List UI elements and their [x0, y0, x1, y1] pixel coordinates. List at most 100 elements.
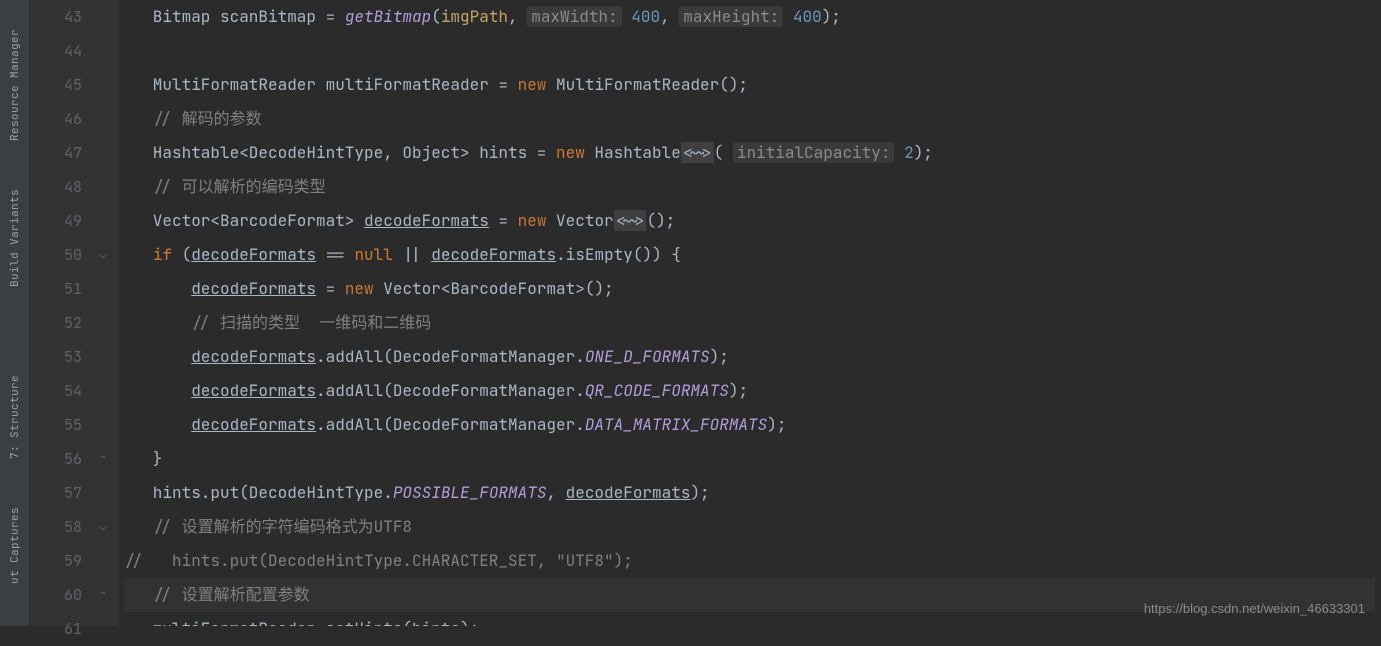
code-line[interactable]: if (decodeFormats == null || decodeForma…	[124, 238, 1375, 272]
code-token: POSSIBLE_FORMATS	[393, 482, 547, 503]
code-token: .addAll(DecodeFormatManager.	[316, 380, 585, 401]
line-number: 56	[38, 442, 82, 476]
code-token: QR_CODE_FORMATS	[585, 380, 729, 401]
code-token: decodeFormats	[191, 380, 316, 401]
code-token: ,	[546, 482, 565, 503]
code-token: ();	[646, 210, 675, 231]
fold-toggle-icon[interactable]: ⌄	[96, 248, 110, 262]
code-token: .isEmpty()) {	[556, 244, 681, 265]
line-number: 43	[38, 0, 82, 34]
code-token: .addAll(DecodeFormatManager.	[316, 346, 585, 367]
line-number: 54	[38, 374, 82, 408]
code-token	[124, 312, 191, 333]
code-token: Vector<BarcodeFormat>();	[374, 278, 614, 299]
code-line[interactable]: decodeFormats = new Vector<BarcodeFormat…	[124, 272, 1375, 306]
code-line[interactable]: Vector<BarcodeFormat> decodeFormats = ne…	[124, 204, 1375, 238]
code-token: 2	[904, 142, 914, 163]
code-token: maxWidth:	[527, 6, 621, 27]
code-token: // 可以解析的编码类型	[153, 176, 326, 197]
fold-toggle-icon[interactable]: ⌄	[96, 520, 110, 534]
code-line[interactable]: decodeFormats.addAll(DecodeFormatManager…	[124, 374, 1375, 408]
code-token: Hashtable	[585, 142, 681, 163]
fold-toggle-icon[interactable]: ⌃	[96, 588, 110, 602]
code-token: // 设置解析配置参数	[153, 584, 310, 605]
line-number: 52	[38, 306, 82, 340]
line-number: 53	[38, 340, 82, 374]
code-token: <~>	[614, 210, 647, 231]
code-line[interactable]: }	[124, 442, 1375, 476]
code-token: if	[153, 244, 172, 265]
code-token: // 扫描的类型 一维码和二维码	[191, 312, 431, 333]
code-token: );	[822, 6, 841, 27]
code-token	[622, 6, 632, 27]
code-token: MultiFormatReader multiFormatReader =	[124, 74, 518, 95]
line-number: 49	[38, 204, 82, 238]
code-line[interactable]: // 解码的参数	[124, 102, 1375, 136]
sidebar-item-label: Build Variants	[8, 189, 22, 287]
code-line[interactable]: MultiFormatReader multiFormatReader = ne…	[124, 68, 1375, 102]
code-token: new	[518, 210, 547, 231]
fold-toggle-icon[interactable]: ⌃	[96, 452, 110, 466]
code-line[interactable]: decodeFormats.addAll(DecodeFormatManager…	[124, 408, 1375, 442]
code-token: 400	[793, 6, 822, 27]
sidebar-item-captures[interactable]: ut Captures	[8, 507, 22, 584]
code-line[interactable]	[124, 34, 1375, 68]
code-token: null	[354, 244, 392, 265]
code-token: ONE_D_FORMATS	[585, 346, 710, 367]
sidebar-item-structure[interactable]: 7: Structure	[8, 375, 22, 459]
code-token: decodeFormats	[431, 244, 556, 265]
code-token: maxHeight:	[679, 6, 783, 27]
fold-column[interactable]: ⌄ ⌃ ⌄ ⌃	[90, 0, 118, 626]
code-token: multiFormatReader.setHints(hints);	[124, 618, 479, 626]
code-line[interactable]: // 设置解析的字符编码格式为UTF8	[124, 510, 1375, 544]
code-token	[124, 108, 153, 129]
code-area[interactable]: Bitmap scanBitmap = getBitmap(imgPath, m…	[118, 0, 1381, 626]
code-token: decodeFormats	[364, 210, 489, 231]
code-token	[124, 414, 191, 435]
code-token: Vector	[546, 210, 613, 231]
code-token: // 解码的参数	[153, 108, 262, 129]
line-number: 46	[38, 102, 82, 136]
code-line[interactable]: Hashtable<DecodeHintType, Object> hints …	[124, 136, 1375, 170]
code-token: initialCapacity:	[733, 142, 895, 163]
code-editor[interactable]: 43444546474849505152535455565758596061 ⌄…	[30, 0, 1381, 626]
code-token: ,	[508, 6, 527, 27]
code-token: new	[345, 278, 374, 299]
code-token	[124, 346, 191, 367]
code-token: imgPath	[441, 6, 508, 27]
code-token: (	[714, 142, 733, 163]
code-token: Vector<BarcodeFormat>	[124, 210, 364, 231]
code-token: ,	[660, 6, 679, 27]
code-token: 400	[631, 6, 660, 27]
code-line[interactable]: // 可以解析的编码类型	[124, 170, 1375, 204]
code-token: );	[729, 380, 748, 401]
code-line[interactable]: // 扫描的类型 一维码和二维码	[124, 306, 1375, 340]
code-token: .addAll(DecodeFormatManager.	[316, 414, 585, 435]
code-token: Hashtable<DecodeHintType, Object> hints …	[124, 142, 556, 163]
code-token	[124, 278, 191, 299]
code-token: );	[914, 142, 933, 163]
code-token: }	[124, 448, 162, 469]
code-line[interactable]: decodeFormats.addAll(DecodeFormatManager…	[124, 340, 1375, 374]
sidebar-item-build-variants[interactable]: Build Variants	[8, 189, 22, 287]
code-token: <~>	[681, 142, 714, 163]
code-token: decodeFormats	[191, 244, 316, 265]
code-token: decodeFormats	[566, 482, 691, 503]
code-token: DATA_MATRIX_FORMATS	[585, 414, 767, 435]
code-token: new	[518, 74, 547, 95]
line-number: 45	[38, 68, 82, 102]
sidebar-item-label: Resource Manager	[8, 29, 22, 141]
code-line[interactable]: hints.put(DecodeHintType.POSSIBLE_FORMAT…	[124, 476, 1375, 510]
code-token: );	[767, 414, 786, 435]
code-token: // 设置解析的字符编码格式为UTF8	[153, 516, 412, 537]
code-line[interactable]: // hints.put(DecodeHintType.CHARACTER_SE…	[124, 544, 1375, 578]
line-number: 58	[38, 510, 82, 544]
code-line[interactable]: Bitmap scanBitmap = getBitmap(imgPath, m…	[124, 0, 1375, 34]
line-number: 50	[38, 238, 82, 272]
sidebar-item-resource-manager[interactable]: Resource Manager	[8, 29, 22, 141]
sidebar-item-label: ut Captures	[8, 507, 22, 584]
code-token	[124, 516, 153, 537]
code-token	[124, 380, 191, 401]
code-token	[124, 584, 153, 605]
code-token: decodeFormats	[191, 414, 316, 435]
